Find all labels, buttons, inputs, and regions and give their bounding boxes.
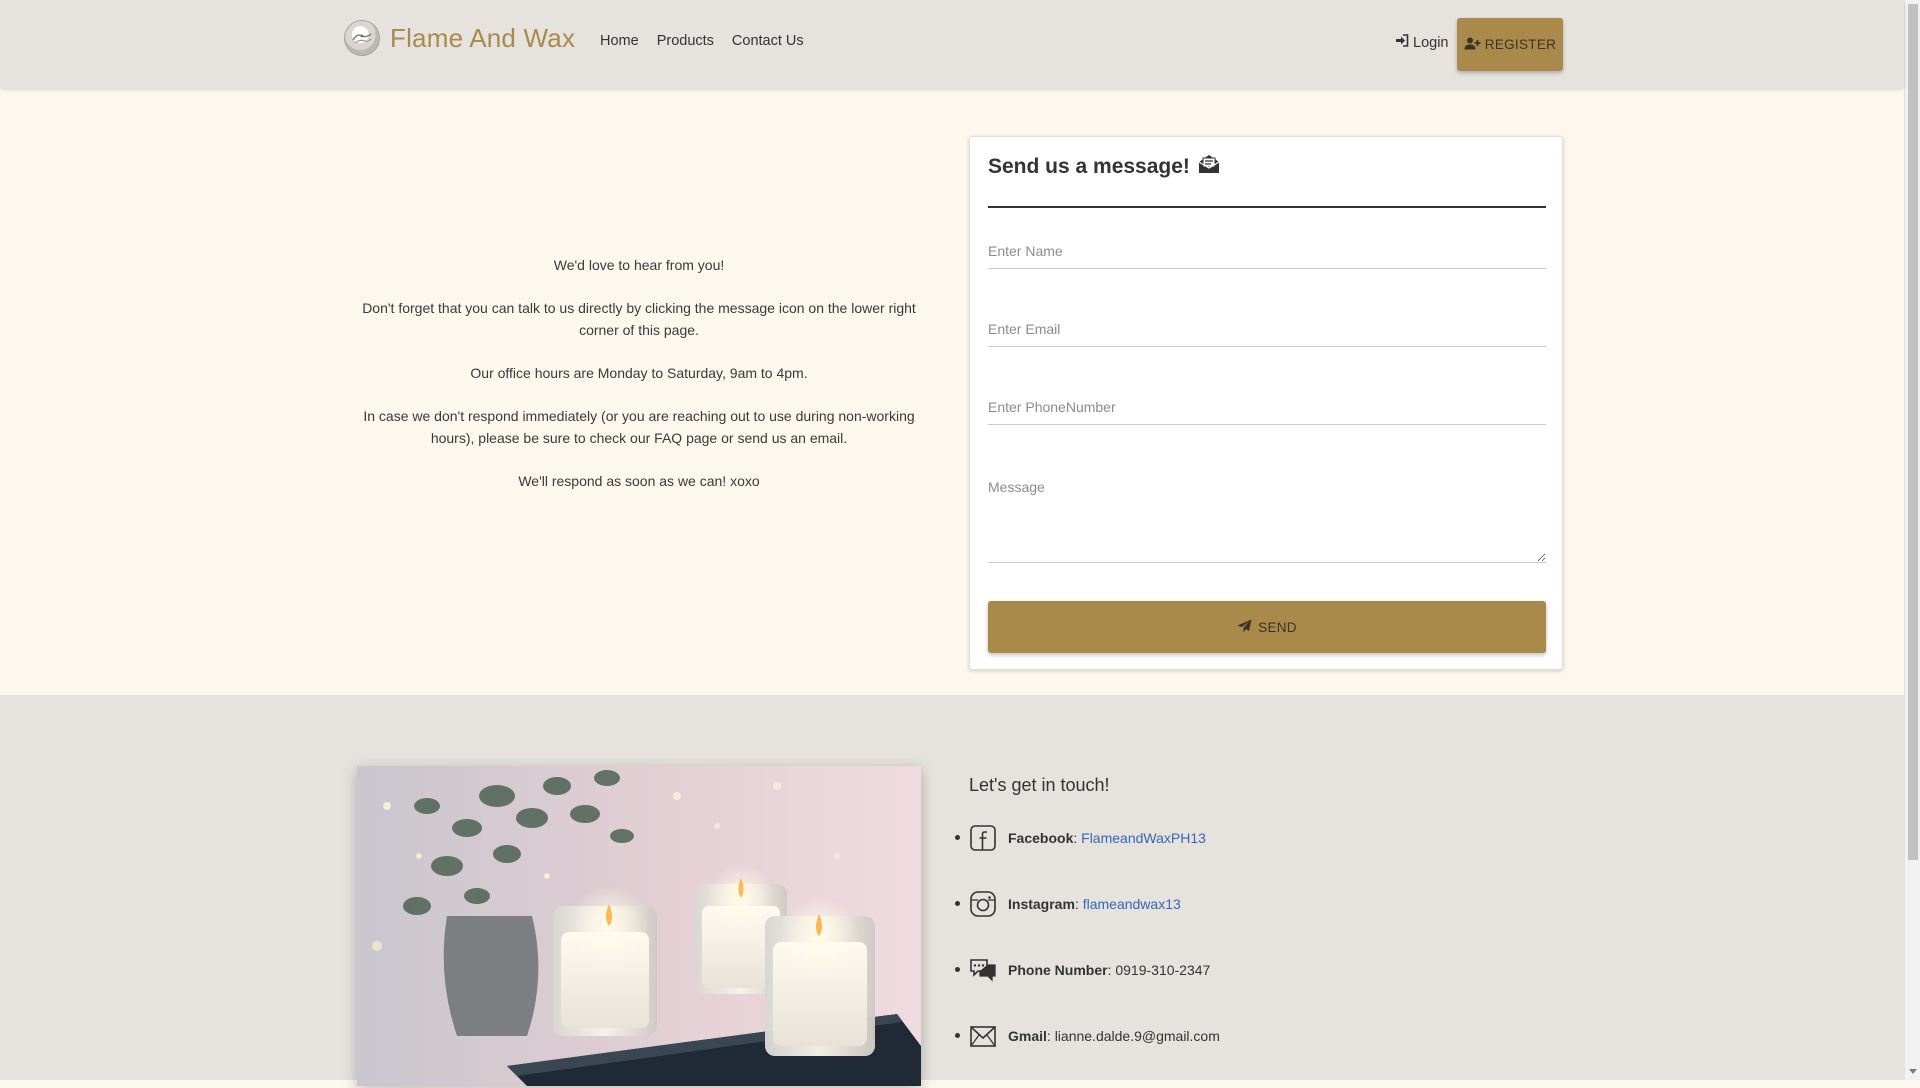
paper-plane-icon [1237,619,1252,636]
contact-item-phone: Phone Number: 0919-310-2347 [955,956,1220,1022]
instagram-label: Instagram [1008,896,1075,912]
nav-home[interactable]: Home [600,33,639,49]
list-bullet [955,901,960,906]
register-label: REGISTER [1484,37,1557,52]
gmail-label: Gmail [1008,1028,1047,1044]
get-in-touch-heading: Let's get in touch! [969,775,1110,795]
facebook-link[interactable]: FlameandWaxPH13 [1081,830,1206,846]
get-in-touch-section: Let's get in touch! Facebook: FlameandWa… [0,695,1904,1086]
contact-text: Instagram: flameandwax13 [1008,896,1181,912]
intro-paragraph: We'd love to hear from you! [553,257,725,273]
contact-item-gmail: Gmail: lianne.dalde.9@gmail.com [955,1022,1220,1088]
send-button[interactable]: SEND [988,601,1546,653]
chat-bubbles-icon [969,956,997,984]
form-title: Send us a message! [988,153,1220,181]
email-input[interactable] [988,311,1546,347]
message-textarea[interactable] [988,467,1546,563]
intro-text: We'd love to hear from you! Don't forget… [345,254,933,513]
intro-paragraph: Don't forget that you can talk to us dir… [362,300,916,338]
send-label: SEND [1258,619,1297,635]
page-scrollbar[interactable] [1904,0,1920,1080]
envelope-open-text-icon [1198,153,1220,181]
nav-contact-us[interactable]: Contact Us [732,33,804,49]
form-title-text: Send us a message! [988,155,1190,178]
name-input[interactable] [988,233,1546,269]
intro-paragraph: Our office hours are Monday to Saturday,… [470,365,808,381]
intro-paragraph: In case we don't respond immediately (or… [363,408,915,446]
candles-photo [357,766,921,1086]
nav-products[interactable]: Products [657,33,714,49]
gmail-value: lianne.dalde.9@gmail.com [1054,1028,1220,1044]
navbar: Flame And Wax Home Products Contact Us L… [0,0,1904,88]
register-button[interactable]: REGISTER [1457,18,1563,71]
brand-name: Flame And Wax [390,22,576,53]
title-divider [988,206,1546,208]
phone-number-value: 0919-310-2347 [1115,962,1211,978]
intro-paragraph: We'll respond as soon as we can! xoxo [518,473,760,489]
nav-links: Home Products Contact Us [600,33,804,49]
scroll-down-arrow-icon[interactable] [1909,1069,1917,1074]
brand-logo [344,20,380,56]
instagram-icon [969,890,997,918]
login-link[interactable]: Login [1395,34,1448,51]
contact-item-instagram: Instagram: flameandwax13 [955,890,1220,956]
user-plus-icon [1464,37,1481,53]
phone-number-input[interactable] [988,389,1546,425]
contact-section: We'd love to hear from you! Don't forget… [0,88,1904,695]
facebook-icon [969,824,997,852]
login-label: Login [1413,34,1449,51]
list-bullet [955,835,960,840]
phone-number-label: Phone Number [1008,962,1108,978]
list-bullet [955,967,960,972]
scrollbar-thumb[interactable] [1908,4,1918,860]
message-form-card: Send us a message! SEND [969,136,1563,670]
mail-icon [969,1022,997,1050]
brand-link[interactable]: Flame And Wax [344,20,575,56]
contact-text: Gmail: lianne.dalde.9@gmail.com [1008,1028,1220,1044]
contact-list: Facebook: FlameandWaxPH13 Instagram: fla… [955,824,1220,1088]
contact-text: Phone Number: 0919-310-2347 [1008,962,1211,978]
contact-text: Facebook: FlameandWaxPH13 [1008,830,1206,846]
instagram-link[interactable]: flameandwax13 [1083,896,1181,912]
sign-in-icon [1395,34,1409,51]
list-bullet [955,1033,960,1038]
facebook-label: Facebook [1008,830,1074,846]
contact-item-facebook: Facebook: FlameandWaxPH13 [955,824,1220,890]
